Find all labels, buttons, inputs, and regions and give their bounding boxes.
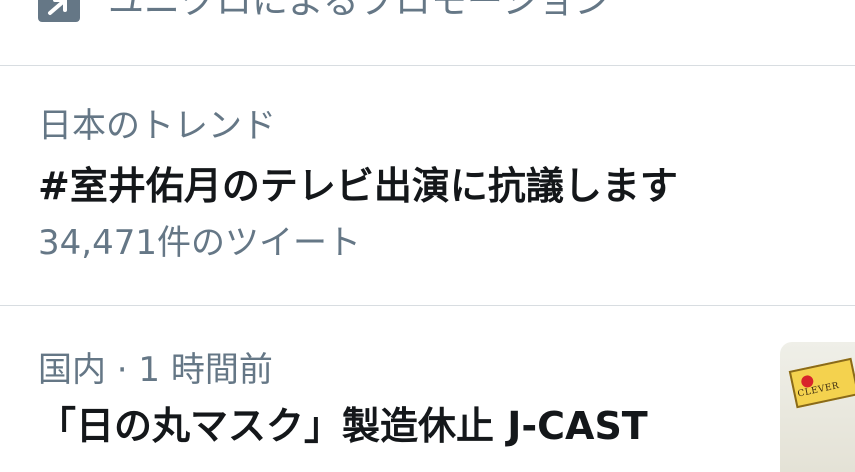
- promoted-trend-row[interactable]: ユニクロによるプロモーション: [0, 0, 855, 66]
- thumbnail-label: CLEVER: [788, 357, 855, 409]
- promoted-arrow-icon: [38, 0, 80, 22]
- news-thumbnail: CLEVER: [780, 342, 855, 472]
- promoted-by-label: ユニクロによるプロモーション: [108, 0, 611, 22]
- news-meta: 国内 · 1 時間前: [38, 350, 273, 390]
- trend-context: 日本のトレンド: [38, 106, 276, 146]
- news-headline: 「日の丸マスク」製造休止 J-CAST: [38, 404, 648, 448]
- trend-tweet-count: 34,471件のツイート: [38, 223, 361, 263]
- trend-item[interactable]: 日本のトレンド #室井佑月のテレビ出演に抗議します 34,471件のツイート: [0, 66, 855, 306]
- news-item[interactable]: 国内 · 1 時間前 「日の丸マスク」製造休止 J-CAST CLEVER: [0, 306, 855, 472]
- trend-title: #室井佑月のテレビ出演に抗議します: [38, 164, 678, 208]
